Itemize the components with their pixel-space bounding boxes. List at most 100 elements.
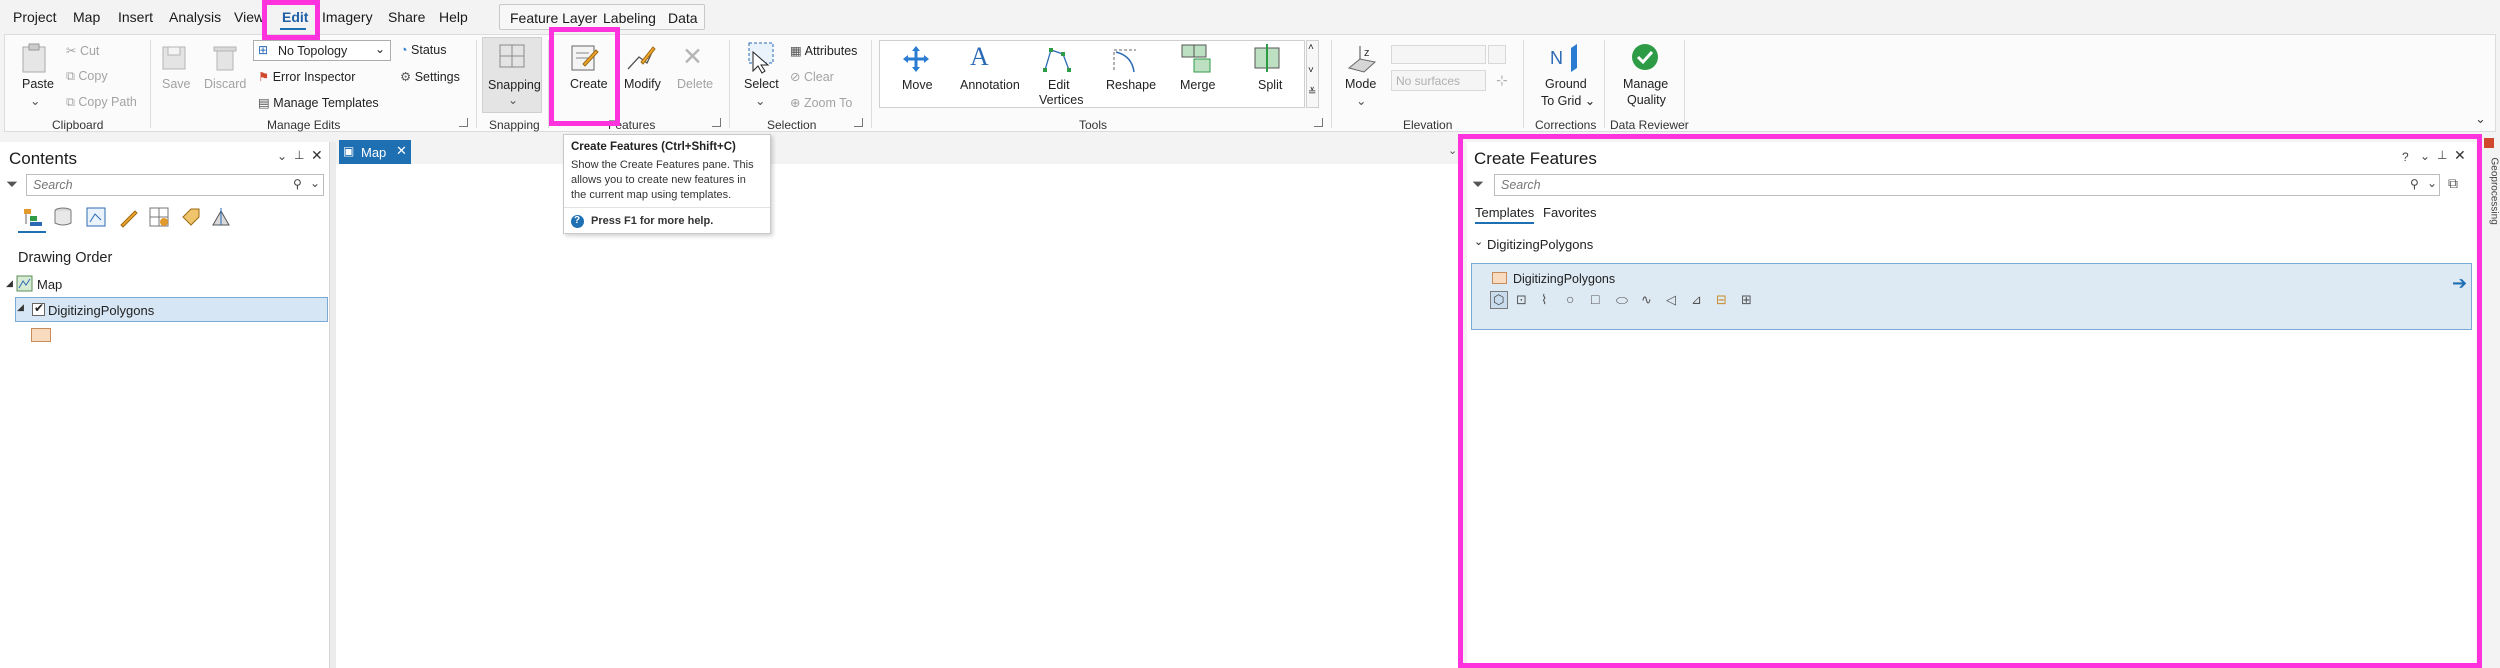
surface-pick-icon[interactable]: ⊹ bbox=[1496, 72, 1508, 89]
elevation-mode-icon: z bbox=[1347, 46, 1377, 73]
list-by-editing-icon[interactable] bbox=[118, 206, 140, 228]
active-view-indicator bbox=[18, 231, 46, 233]
create-features-tooltip: Create Features (Ctrl+Shift+C) Show the … bbox=[563, 134, 771, 234]
topology-select[interactable]: ⊞ No Topology ⌄ bbox=[253, 40, 391, 61]
map-tab[interactable]: ▣ Map ✕ bbox=[339, 140, 411, 164]
discard-button[interactable]: Discard bbox=[204, 77, 246, 91]
modify-button[interactable]: Modify bbox=[624, 77, 661, 91]
error-inspector-button[interactable]: ⚑ Error Inspector bbox=[258, 69, 355, 84]
error-inspector-label: Error Inspector bbox=[272, 70, 356, 84]
zoom-to-button[interactable]: ⊕ Zoom To bbox=[790, 95, 852, 110]
mode-button[interactable]: Mode bbox=[1345, 77, 1376, 91]
menu-share[interactable]: Share bbox=[388, 9, 425, 25]
list-by-labeling-icon[interactable] bbox=[180, 206, 202, 228]
tab-data[interactable]: Data bbox=[668, 10, 698, 26]
tooltip-help-text: Press F1 for more help. bbox=[591, 215, 714, 227]
manage-quality-icon bbox=[1632, 44, 1658, 70]
manage-templates-button[interactable]: ▤ Manage Templates bbox=[258, 95, 379, 110]
map-view[interactable] bbox=[336, 164, 1458, 668]
cut-label: Cut bbox=[79, 44, 100, 58]
list-by-snapping-icon[interactable] bbox=[148, 206, 170, 228]
copy-path-label: Copy Path bbox=[78, 95, 137, 109]
map-tab-strip bbox=[336, 140, 1458, 164]
snapping-button[interactable]: Snapping ⌄ bbox=[482, 37, 542, 113]
surface-offset-input[interactable] bbox=[1391, 45, 1486, 64]
list-by-drawing-order-icon[interactable] bbox=[22, 206, 44, 228]
close-icon[interactable]: ✕ bbox=[396, 143, 407, 159]
paste-dropdown-icon[interactable]: ⌄ bbox=[30, 93, 40, 108]
merge-button[interactable]: Merge bbox=[1180, 78, 1215, 92]
menu-insert[interactable]: Insert bbox=[118, 9, 153, 25]
selection-launcher-icon[interactable] bbox=[854, 118, 863, 127]
pin-icon[interactable]: ⊥ bbox=[294, 148, 304, 162]
move-button[interactable]: Move bbox=[902, 78, 933, 92]
menu-imagery[interactable]: Imagery bbox=[322, 9, 373, 25]
manage-quality-line2[interactable]: Quality bbox=[1627, 93, 1666, 107]
close-icon[interactable]: ✕ bbox=[311, 147, 323, 164]
menu-help[interactable]: Help bbox=[439, 9, 468, 25]
list-by-data-source-icon[interactable] bbox=[52, 206, 74, 228]
tab-list-icon[interactable]: ⌄ bbox=[1448, 144, 1457, 157]
edit-vertices-line1[interactable]: Edit bbox=[1048, 78, 1070, 92]
menu-view[interactable]: View bbox=[234, 9, 264, 25]
surface-select-value: No surfaces bbox=[1396, 74, 1461, 88]
split-button[interactable]: Split bbox=[1258, 78, 1282, 92]
settings-button[interactable]: ⚙ Settings bbox=[400, 69, 460, 84]
edit-tab-highlight bbox=[262, 0, 320, 40]
ground-to-grid-line1[interactable]: Ground bbox=[1545, 77, 1587, 91]
tools-launcher-icon[interactable] bbox=[1314, 118, 1323, 127]
filter-icon[interactable]: ⏷ bbox=[6, 176, 18, 193]
surface-offset-unit[interactable] bbox=[1488, 45, 1506, 64]
pane-options-icon[interactable]: ⌄ bbox=[277, 149, 287, 163]
surface-select[interactable]: No surfaces bbox=[1391, 70, 1486, 91]
map-node-label[interactable]: Map bbox=[37, 277, 62, 292]
annotation-button[interactable]: Annotation bbox=[960, 78, 1020, 92]
tab-feature-layer[interactable]: Feature Layer bbox=[510, 10, 597, 26]
menu-map[interactable]: Map bbox=[73, 9, 100, 25]
paste-button[interactable]: Paste bbox=[22, 77, 54, 91]
ground-to-grid-button[interactable]: To Grid ⌄ bbox=[1541, 93, 1595, 108]
contents-search-input[interactable]: Search ⚲ ⌄ bbox=[26, 174, 324, 196]
tools-gallery-scroller[interactable]: ˄ ˅ ≚ bbox=[1306, 40, 1319, 108]
tooltip-body-line3: the current map using templates. bbox=[571, 189, 732, 201]
help-icon: ? bbox=[571, 215, 584, 228]
layer-row-selected[interactable]: ✔ DigitizingPolygons bbox=[15, 297, 328, 322]
select-button[interactable]: Select bbox=[744, 77, 779, 91]
copy-path-button[interactable]: ⧉ Copy Path bbox=[66, 95, 137, 110]
attributes-button[interactable]: ▦ Attributes bbox=[790, 43, 857, 58]
manage-edits-launcher-icon[interactable] bbox=[459, 118, 468, 127]
manage-quality-line1[interactable]: Manage bbox=[1623, 77, 1668, 91]
mode-dropdown-icon[interactable]: ⌄ bbox=[1356, 93, 1366, 108]
geoprocessing-side-tab[interactable]: Geoprocessing bbox=[2489, 158, 2500, 238]
delete-icon: ✕ bbox=[682, 43, 703, 71]
list-by-perspective-imagery-icon[interactable] bbox=[210, 206, 232, 228]
features-launcher-icon[interactable] bbox=[712, 118, 721, 127]
status-button[interactable]: ◔ Status bbox=[400, 43, 446, 57]
layer-symbol-swatch[interactable] bbox=[31, 328, 51, 342]
list-by-selection-icon[interactable] bbox=[85, 206, 107, 228]
select-dropdown-icon[interactable]: ⌄ bbox=[755, 93, 765, 108]
error-inspector-icon: ⚑ bbox=[258, 70, 270, 84]
save-button[interactable]: Save bbox=[162, 77, 191, 91]
collapse-ribbon-icon[interactable]: ⌄ bbox=[2475, 111, 2486, 127]
edit-vertices-line2[interactable]: Vertices bbox=[1039, 93, 1083, 107]
contents-title: Contents bbox=[9, 149, 78, 168]
delete-button[interactable]: Delete bbox=[677, 77, 713, 91]
menu-analysis[interactable]: Analysis bbox=[169, 9, 221, 25]
collapse-map-icon[interactable]: ◢ bbox=[6, 278, 13, 289]
corrections-group-label: Corrections bbox=[1535, 118, 1597, 132]
copy-button[interactable]: ⧉ Copy bbox=[66, 69, 108, 84]
reshape-button[interactable]: Reshape bbox=[1106, 78, 1156, 92]
menu-project[interactable]: Project bbox=[13, 9, 57, 25]
create-features-pane-highlight bbox=[1458, 134, 2482, 668]
layer-visibility-checkbox[interactable]: ✔ bbox=[32, 301, 45, 316]
edit-vertices-icon bbox=[1043, 48, 1071, 72]
merge-icon bbox=[1181, 44, 1211, 73]
chevron-down-icon: ⌄ bbox=[375, 42, 386, 56]
clear-button[interactable]: ⊘ Clear bbox=[790, 69, 834, 84]
modify-icon bbox=[627, 46, 656, 70]
collapse-layer-icon[interactable]: ◢ bbox=[17, 302, 24, 313]
cut-button[interactable]: ✂ Cut bbox=[66, 43, 99, 58]
tab-labeling[interactable]: Labeling bbox=[603, 10, 656, 26]
topology-icon: ⊞ bbox=[258, 43, 269, 57]
